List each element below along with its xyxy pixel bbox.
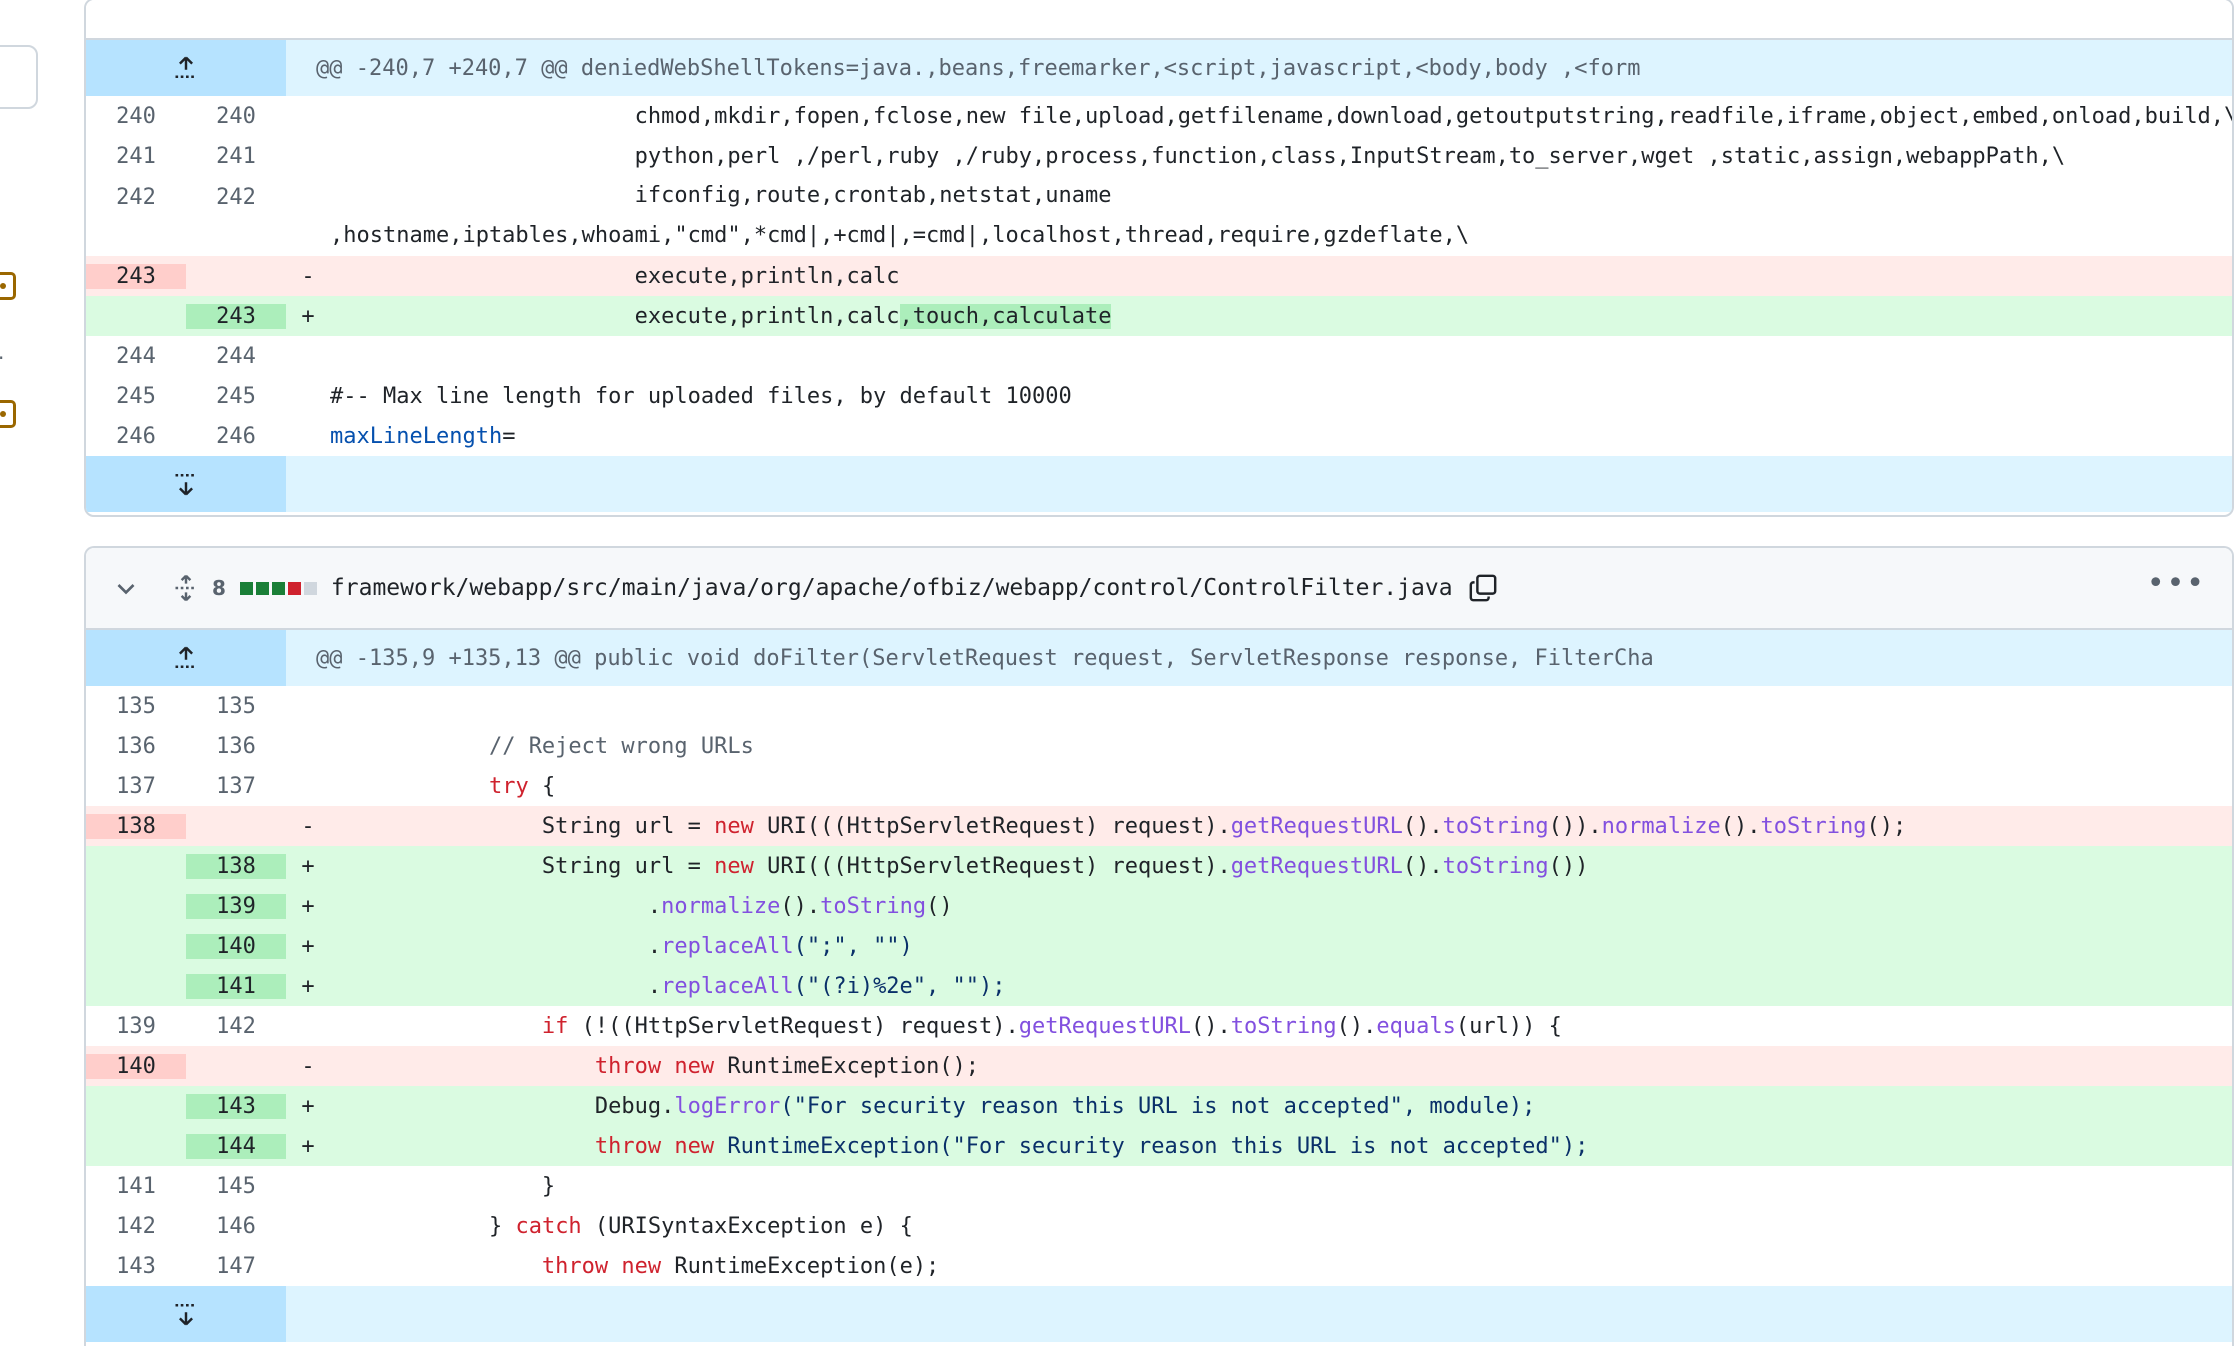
new-line-number[interactable]: 147 bbox=[186, 1254, 286, 1279]
file-header: 8 framework/webapp/src/main/java/org/apa… bbox=[86, 548, 2232, 630]
code-text: chmod,mkdir,fopen,fclose,new file,upload… bbox=[330, 103, 2234, 129]
old-line-number[interactable]: 136 bbox=[86, 734, 186, 759]
new-line-number[interactable]: 136 bbox=[186, 734, 286, 759]
diff-line: 246 246 maxLineLength= bbox=[86, 416, 2232, 456]
diff-line: 242 242 ifconfig,route,crontab,netstat,un… bbox=[86, 176, 2232, 256]
old-line-number[interactable]: 242 bbox=[86, 176, 186, 210]
collapse-chevron-icon[interactable] bbox=[86, 576, 166, 600]
new-line-number[interactable]: 240 bbox=[186, 104, 286, 129]
old-line-number[interactable]: 142 bbox=[86, 1214, 186, 1239]
diff-line: 245 245 #-- Max line length for uploaded f… bbox=[86, 376, 2232, 416]
hunk-header: @@ -135,9 +135,13 @@ public void doFilte… bbox=[86, 630, 2232, 686]
diff-line-added: 143 + Debug.logError("For security reaso… bbox=[86, 1086, 2232, 1126]
code-text: execute,println,calc bbox=[330, 303, 900, 329]
more-options-icon[interactable]: ••• bbox=[2147, 569, 2206, 599]
diff-line-deleted: 138 - String url = new URI(((HttpServlet… bbox=[86, 806, 2232, 846]
expand-down-icon bbox=[175, 474, 197, 496]
expand-up-button[interactable] bbox=[86, 40, 286, 96]
diff-line: 135 135 bbox=[86, 686, 2232, 726]
old-line-number[interactable]: 241 bbox=[86, 144, 186, 169]
old-line-number[interactable]: 244 bbox=[86, 344, 186, 369]
diff-line-deleted: 140 - throw new RuntimeException(); bbox=[86, 1046, 2232, 1086]
old-line-number[interactable]: 143 bbox=[86, 1254, 186, 1279]
diff-line: 141 145 } bbox=[86, 1166, 2232, 1206]
new-line-number[interactable]: 140 bbox=[186, 933, 286, 959]
new-line-number[interactable]: 141 bbox=[186, 973, 286, 999]
left-panel-box bbox=[0, 45, 38, 109]
file-name-link[interactable]: framework/webapp/src/main/java/org/apach… bbox=[331, 575, 1453, 601]
old-line-number[interactable]: 138 bbox=[86, 813, 186, 839]
diff-line: 244 244 bbox=[86, 336, 2232, 376]
expand-down-button[interactable] bbox=[86, 1286, 286, 1342]
hunk-text: @@ -135,9 +135,13 @@ public void doFilte… bbox=[316, 645, 1654, 671]
old-line-number[interactable]: 245 bbox=[86, 384, 186, 409]
diff-line: 240 240 chmod,mkdir,fopen,fclose,new file… bbox=[86, 96, 2232, 136]
new-line-number[interactable]: 243 bbox=[186, 303, 286, 329]
diff-line-added: 144 + throw new RuntimeException("For se… bbox=[86, 1126, 2232, 1166]
hunk-header: @@ -240,7 +240,7 @@ deniedWebShellTokens… bbox=[86, 40, 2232, 96]
copy-icon[interactable] bbox=[1467, 572, 1499, 604]
code-text: maxLineLength= bbox=[330, 423, 516, 449]
expand-down-button[interactable] bbox=[86, 456, 286, 512]
diff-line-deleted: 243 - execute,println,calc bbox=[86, 256, 2232, 296]
code-text-wrap: ,hostname,iptables,whoami,"cmd",*cmd|,+c… bbox=[330, 223, 1470, 248]
old-line-number[interactable]: 240 bbox=[86, 104, 186, 129]
diff-line: 143 147 throw new RuntimeException(e); bbox=[86, 1246, 2232, 1286]
new-line-number[interactable]: 144 bbox=[186, 1133, 286, 1159]
expand-up-icon bbox=[175, 646, 197, 668]
left-ellipsis: . bbox=[0, 340, 4, 364]
diff-line: 142 146 } catch (URISyntaxException e) { bbox=[86, 1206, 2232, 1246]
diff-sign: - bbox=[301, 263, 315, 289]
diff-file-1: @@ -240,7 +240,7 @@ deniedWebShellTokens… bbox=[84, 0, 2234, 517]
new-line-number[interactable]: 244 bbox=[186, 344, 286, 369]
diff-line: 241 241 python,perl ,/perl,ruby ,/ruby,pr… bbox=[86, 136, 2232, 176]
file-header-partial bbox=[86, 0, 2232, 40]
new-line-number[interactable]: 143 bbox=[186, 1093, 286, 1119]
expand-all-icon[interactable] bbox=[166, 574, 206, 602]
old-line-number[interactable]: 135 bbox=[86, 694, 186, 719]
added-highlight: ,touch,calculate bbox=[899, 303, 1112, 329]
new-line-number[interactable]: 146 bbox=[186, 1214, 286, 1239]
diff-line-added: 138 + String url = new URI(((HttpServlet… bbox=[86, 846, 2232, 886]
code-text: python,perl ,/perl,ruby ,/ruby,process,f… bbox=[330, 143, 2066, 169]
new-line-number[interactable]: 246 bbox=[186, 424, 286, 449]
old-line-number[interactable]: 246 bbox=[86, 424, 186, 449]
expander-bottom bbox=[86, 1286, 2232, 1342]
diff-line-added: 139 + .normalize().toString() bbox=[86, 886, 2232, 926]
code-text: #-- Max line length for uploaded files, … bbox=[330, 383, 1072, 409]
diff-line-added: 243 + execute,println,calc,touch,calculat… bbox=[86, 296, 2232, 336]
old-line-number[interactable]: 140 bbox=[86, 1053, 186, 1079]
old-line-number[interactable]: 141 bbox=[86, 1174, 186, 1199]
diff-line: 137 137 try { bbox=[86, 766, 2232, 806]
new-line-number[interactable]: 137 bbox=[186, 774, 286, 799]
old-line-number[interactable]: 243 bbox=[86, 263, 186, 289]
new-line-number[interactable]: 242 bbox=[186, 176, 286, 210]
diff-line: 136 136 // Reject wrong URLs bbox=[86, 726, 2232, 766]
code-text: execute,println,calc bbox=[330, 263, 900, 289]
old-line-number[interactable]: 139 bbox=[86, 1014, 186, 1039]
expand-up-button[interactable] bbox=[86, 630, 286, 686]
expand-down-icon bbox=[175, 1304, 197, 1326]
diff-line-added: 140 + .replaceAll(";", "") bbox=[86, 926, 2232, 966]
new-line-number[interactable]: 142 bbox=[186, 1014, 286, 1039]
new-line-number[interactable]: 135 bbox=[186, 694, 286, 719]
code-text: ifconfig,route,crontab,netstat,uname bbox=[330, 183, 1112, 208]
new-line-number[interactable]: 139 bbox=[186, 893, 286, 919]
new-line-number[interactable]: 245 bbox=[186, 384, 286, 409]
new-line-number[interactable]: 138 bbox=[186, 853, 286, 879]
diff-sign: + bbox=[301, 303, 315, 329]
new-line-number[interactable]: 145 bbox=[186, 1174, 286, 1199]
file-diff-icon[interactable] bbox=[0, 400, 16, 428]
hunk-text: @@ -240,7 +240,7 @@ deniedWebShellTokens… bbox=[316, 55, 1641, 81]
new-line-number[interactable]: 241 bbox=[186, 144, 286, 169]
diffstat bbox=[239, 581, 317, 595]
diff-file-2: 8 framework/webapp/src/main/java/org/apa… bbox=[84, 546, 2234, 1346]
old-line-number[interactable]: 137 bbox=[86, 774, 186, 799]
change-count: 8 bbox=[212, 576, 226, 600]
file-diff-icon[interactable] bbox=[0, 272, 16, 300]
diff-line-added: 141 + .replaceAll("(?i)%2e", ""); bbox=[86, 966, 2232, 1006]
expander-bottom bbox=[86, 456, 2232, 512]
diff-line: 139 142 if (!((HttpServletRequest) reque… bbox=[86, 1006, 2232, 1046]
expand-up-icon bbox=[175, 56, 197, 78]
